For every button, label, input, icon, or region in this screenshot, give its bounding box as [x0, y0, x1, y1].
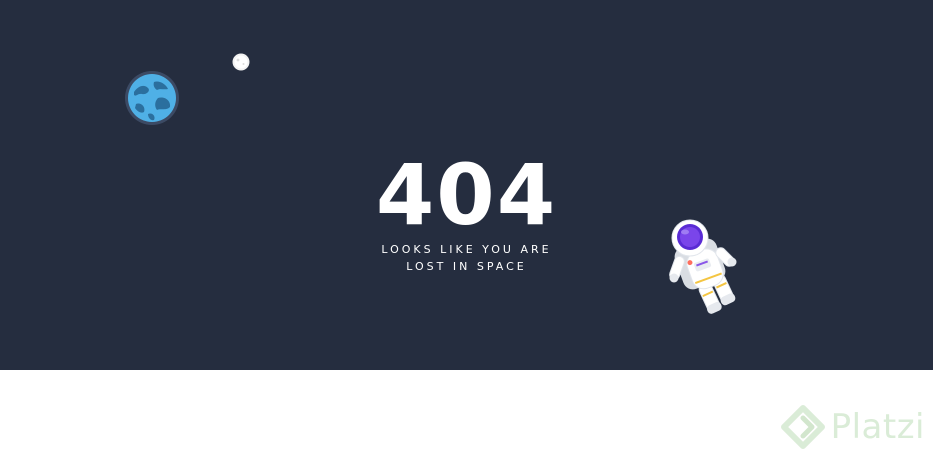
platzi-logo-icon	[780, 405, 825, 449]
astronaut-icon	[669, 219, 737, 314]
earth-icon	[125, 71, 179, 125]
error-message-line-1: LOOKS LIKE YOU ARE	[381, 243, 552, 256]
moon-icon	[232, 53, 250, 71]
space-background: 404 LOOKS LIKE YOU ARE LOST IN SPACE	[0, 0, 933, 370]
error-message-block: 404 LOOKS LIKE YOU ARE LOST IN SPACE	[0, 150, 933, 274]
platzi-watermark: Platzi	[780, 402, 925, 452]
brand-name: Platzi	[830, 407, 925, 447]
error-message-line-2: LOST IN SPACE	[406, 260, 527, 273]
error-code: 404	[375, 146, 558, 244]
